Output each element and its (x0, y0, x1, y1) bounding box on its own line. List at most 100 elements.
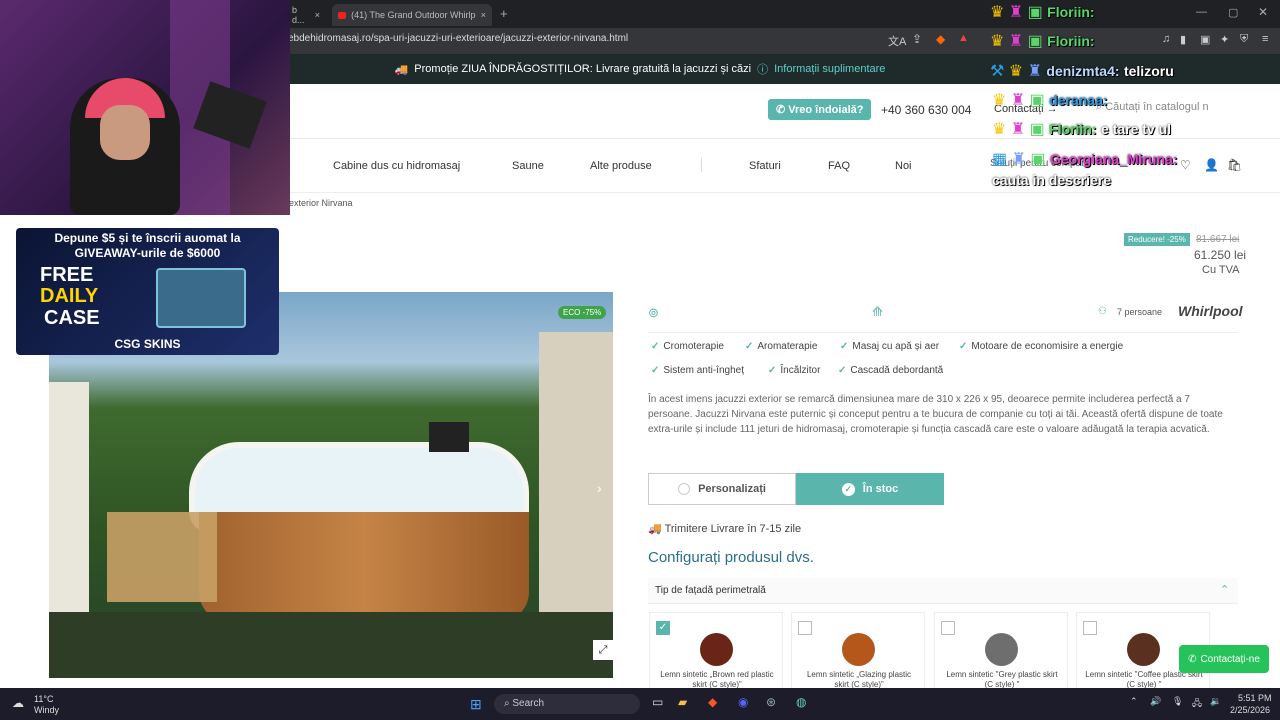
sidebar-icon[interactable]: ▮ (1180, 33, 1186, 46)
promo-more-link[interactable]: Informații suplimentare (774, 63, 885, 75)
chat-user: Floriin: (1049, 121, 1097, 137)
search-input[interactable]: ⌕ Căutați în catalogul n (1096, 101, 1236, 119)
badge-icon: ♜ (1027, 63, 1047, 80)
persons-icon: ⚇ (1098, 306, 1107, 317)
swatch-color (700, 633, 733, 666)
product-description: În acest imens jacuzzi exterior se remar… (648, 394, 1223, 435)
fullscreen-icon[interactable]: ⤢ (593, 640, 613, 660)
url-field[interactable]: ebdehidromasaj.ro/spa-uri-jacuzzi-uri-ex… (288, 33, 628, 44)
option-custom[interactable]: Personalizați (648, 473, 796, 505)
vpn-icon[interactable]: ⛨ (1240, 33, 1248, 46)
clock-date[interactable]: 2/25/2026 (1230, 705, 1270, 715)
taskbar-search-label: Search (512, 698, 545, 709)
clock-time[interactable]: 5:51 PM (1238, 693, 1272, 703)
music-icon[interactable]: ♫ (1162, 33, 1170, 45)
tab-close-icon[interactable]: × (481, 10, 486, 20)
face (100, 105, 150, 160)
share-icon[interactable]: ⇪ (912, 32, 922, 46)
nav-other-products[interactable]: Alte produse (590, 160, 652, 172)
giveaway-banner: Depune $5 și te înscrii auomat la GIVEAW… (16, 228, 279, 355)
tab-active[interactable]: (41) The Grand Outdoor Whirlpool H... × (332, 4, 492, 26)
chat-user: Georgiana_Miruna: (1049, 151, 1178, 167)
wallet-icon[interactable]: ▣ (1200, 33, 1210, 46)
steam-icon[interactable]: ⊛ (766, 695, 776, 709)
badge-icon: ▦ (992, 151, 1012, 168)
menu-icon[interactable]: ≡ (1262, 33, 1268, 45)
nav-faq[interactable]: FAQ (828, 160, 850, 172)
swatch-card[interactable]: ✓ Lemn sintetic „Brown red plastic skirt… (649, 612, 783, 692)
promo-text: Promoție ZIUA ÎNDRĂGOSTIȚILOR: Livrare g… (414, 63, 752, 75)
windows-start-icon[interactable]: ⊞ (470, 696, 482, 713)
pop-up-tv (429, 422, 469, 452)
account-icon[interactable]: 👤 (1204, 158, 1219, 172)
translate-icon[interactable]: 文A (888, 33, 906, 49)
check-icon: ✓ (840, 341, 849, 352)
nav-shower-cabins[interactable]: Cabine dus cu hidromasaj (333, 160, 460, 172)
leo-icon[interactable]: ✦ (1220, 33, 1229, 46)
nav-saunas[interactable]: Saune (512, 160, 544, 172)
chat-line: ♛ ♜ ▣ deranaa: (992, 90, 1108, 110)
config-section-header[interactable]: Tip de fațadă perimetrală ⌃ (648, 578, 1238, 604)
tab-previous[interactable]: b d... × (286, 4, 326, 26)
nav-advice[interactable]: Sfaturi (749, 160, 781, 172)
swatch-name: Lemn sintetic „Glazing plastic skirt (C … (806, 670, 912, 689)
minimize-icon[interactable]: — (1196, 6, 1207, 18)
help-button[interactable]: ✆ Vreo îndoială? (768, 99, 872, 120)
wooden-steps (107, 512, 217, 602)
checkbox[interactable] (798, 621, 812, 635)
mic-icon[interactable]: 🎙 (1172, 696, 1183, 707)
discord-icon[interactable]: ◉ (738, 695, 748, 709)
chat-line: ▦ ♜ ▣ Georgiana_Miruna: (992, 149, 1178, 169)
check-icon: ✓ (959, 341, 968, 352)
wishlist-icon[interactable]: ♡ (1180, 158, 1191, 172)
taskbar-search[interactable]: ⌕ Search (494, 694, 640, 714)
feature-label: Cromoterapie (663, 341, 724, 352)
tab-close-icon[interactable]: × (315, 10, 320, 20)
breadcrumb[interactable]: exterior Nirvana (289, 198, 353, 208)
swatch-color (842, 633, 875, 666)
checkbox-checked[interactable]: ✓ (656, 621, 670, 635)
tab-label: (41) The Grand Outdoor Whirlpool H... (351, 10, 476, 20)
volume-icon[interactable]: 🔉 (1210, 696, 1221, 707)
feature-label: Aromaterapie (757, 341, 818, 352)
network-icon[interactable]: 🖧 (1192, 696, 1202, 712)
old-price: 81.667 lei (1196, 234, 1240, 245)
badge-icon: ♜ (1011, 151, 1031, 168)
weather-temp[interactable]: 11°C (34, 694, 53, 704)
shipping-label: Trimitere Livrare în 7-15 zile (664, 523, 802, 535)
browser-icon[interactable]: ◍ (796, 695, 806, 709)
brave-rewards-icon[interactable]: ▲ (958, 32, 969, 44)
close-window-icon[interactable]: ✕ (1258, 5, 1268, 19)
cart-icon[interactable]: 🛍 (1227, 158, 1242, 172)
next-image-icon[interactable]: › (597, 480, 602, 496)
persons-label: 7 persoane (1117, 307, 1163, 317)
swatch-card[interactable]: Lemn sintetic "Grey plastic skirt (C sty… (934, 612, 1068, 692)
checkbox[interactable] (941, 621, 955, 635)
brave-shield-icon[interactable]: ◆ (936, 32, 945, 46)
checkbox[interactable] (1083, 621, 1097, 635)
task-view-icon[interactable]: ▭ (652, 695, 663, 709)
chat-message: e tare tv ul (1101, 121, 1172, 137)
whatsapp-icon: ✆ (1188, 653, 1197, 665)
new-tab-button[interactable]: + (500, 6, 508, 21)
feature-label: Cascadă debordantă (850, 365, 944, 376)
eco-badge: ECO -75% (558, 306, 607, 319)
file-explorer-icon[interactable]: ▰ (678, 695, 687, 709)
weather-icon: ☁ (12, 696, 24, 710)
maximize-icon[interactable]: ▢ (1228, 6, 1238, 19)
brave-icon[interactable]: ◆ (708, 695, 717, 709)
swatch-card[interactable]: Lemn sintetic „Glazing plastic skirt (C … (791, 612, 925, 692)
phone-number[interactable]: +40 360 630 004 (881, 103, 971, 117)
chevron-up-icon[interactable]: ⌃ (1220, 583, 1229, 596)
weather-desc[interactable]: Windy (34, 705, 59, 715)
chat-line: ♛ ♜ ▣ Floriin: (990, 2, 1095, 22)
crown-icon: ♛ (992, 121, 1011, 138)
speaker-icon[interactable]: 🔊 (1150, 696, 1161, 707)
badge-icon: ♜ (1008, 4, 1028, 21)
whatsapp-contact-button[interactable]: ✆ Contactați-ne (1179, 645, 1269, 673)
tray-chevron-icon[interactable]: ⌃ (1130, 696, 1138, 707)
option-in-stock[interactable]: ✓ În stoc (796, 473, 944, 505)
feature-item: ✓ Masaj cu apă și aer (840, 341, 939, 352)
nav-about[interactable]: Noi (895, 160, 912, 172)
feature-label: Sistem anti-îngheț (663, 365, 744, 376)
